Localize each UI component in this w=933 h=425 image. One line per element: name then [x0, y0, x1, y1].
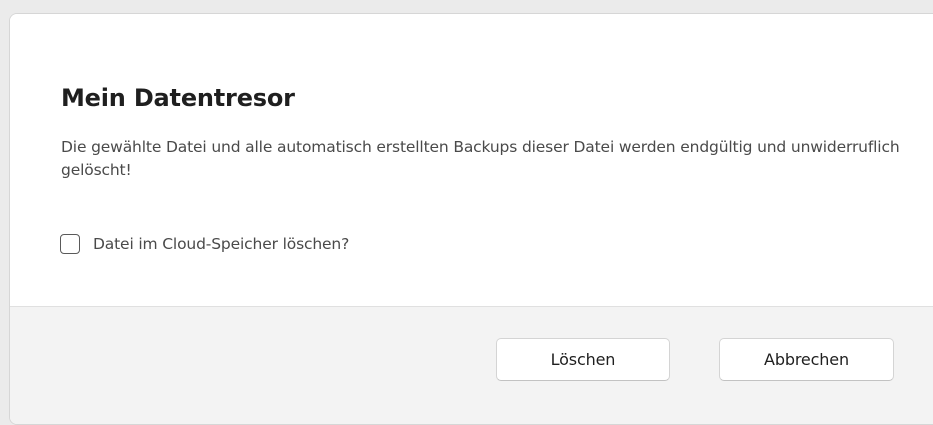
delete-confirmation-dialog: Mein Datentresor Die gewählte Datei und …	[9, 13, 933, 425]
dialog-message: Die gewählte Datei und alle automatisch …	[61, 138, 900, 179]
cloud-delete-checkbox-label[interactable]: Datei im Cloud-Speicher löschen?	[93, 235, 349, 253]
cancel-button[interactable]: Abbrechen	[719, 338, 894, 381]
dialog-title: Mein Datentresor	[61, 84, 295, 112]
cloud-delete-checkbox[interactable]	[60, 234, 80, 254]
delete-button[interactable]: Löschen	[496, 338, 670, 381]
dialog-content: Mein Datentresor Die gewählte Datei und …	[10, 14, 933, 306]
cloud-delete-option[interactable]: Datei im Cloud-Speicher löschen?	[60, 232, 349, 256]
dialog-footer: Löschen Abbrechen	[10, 306, 933, 424]
